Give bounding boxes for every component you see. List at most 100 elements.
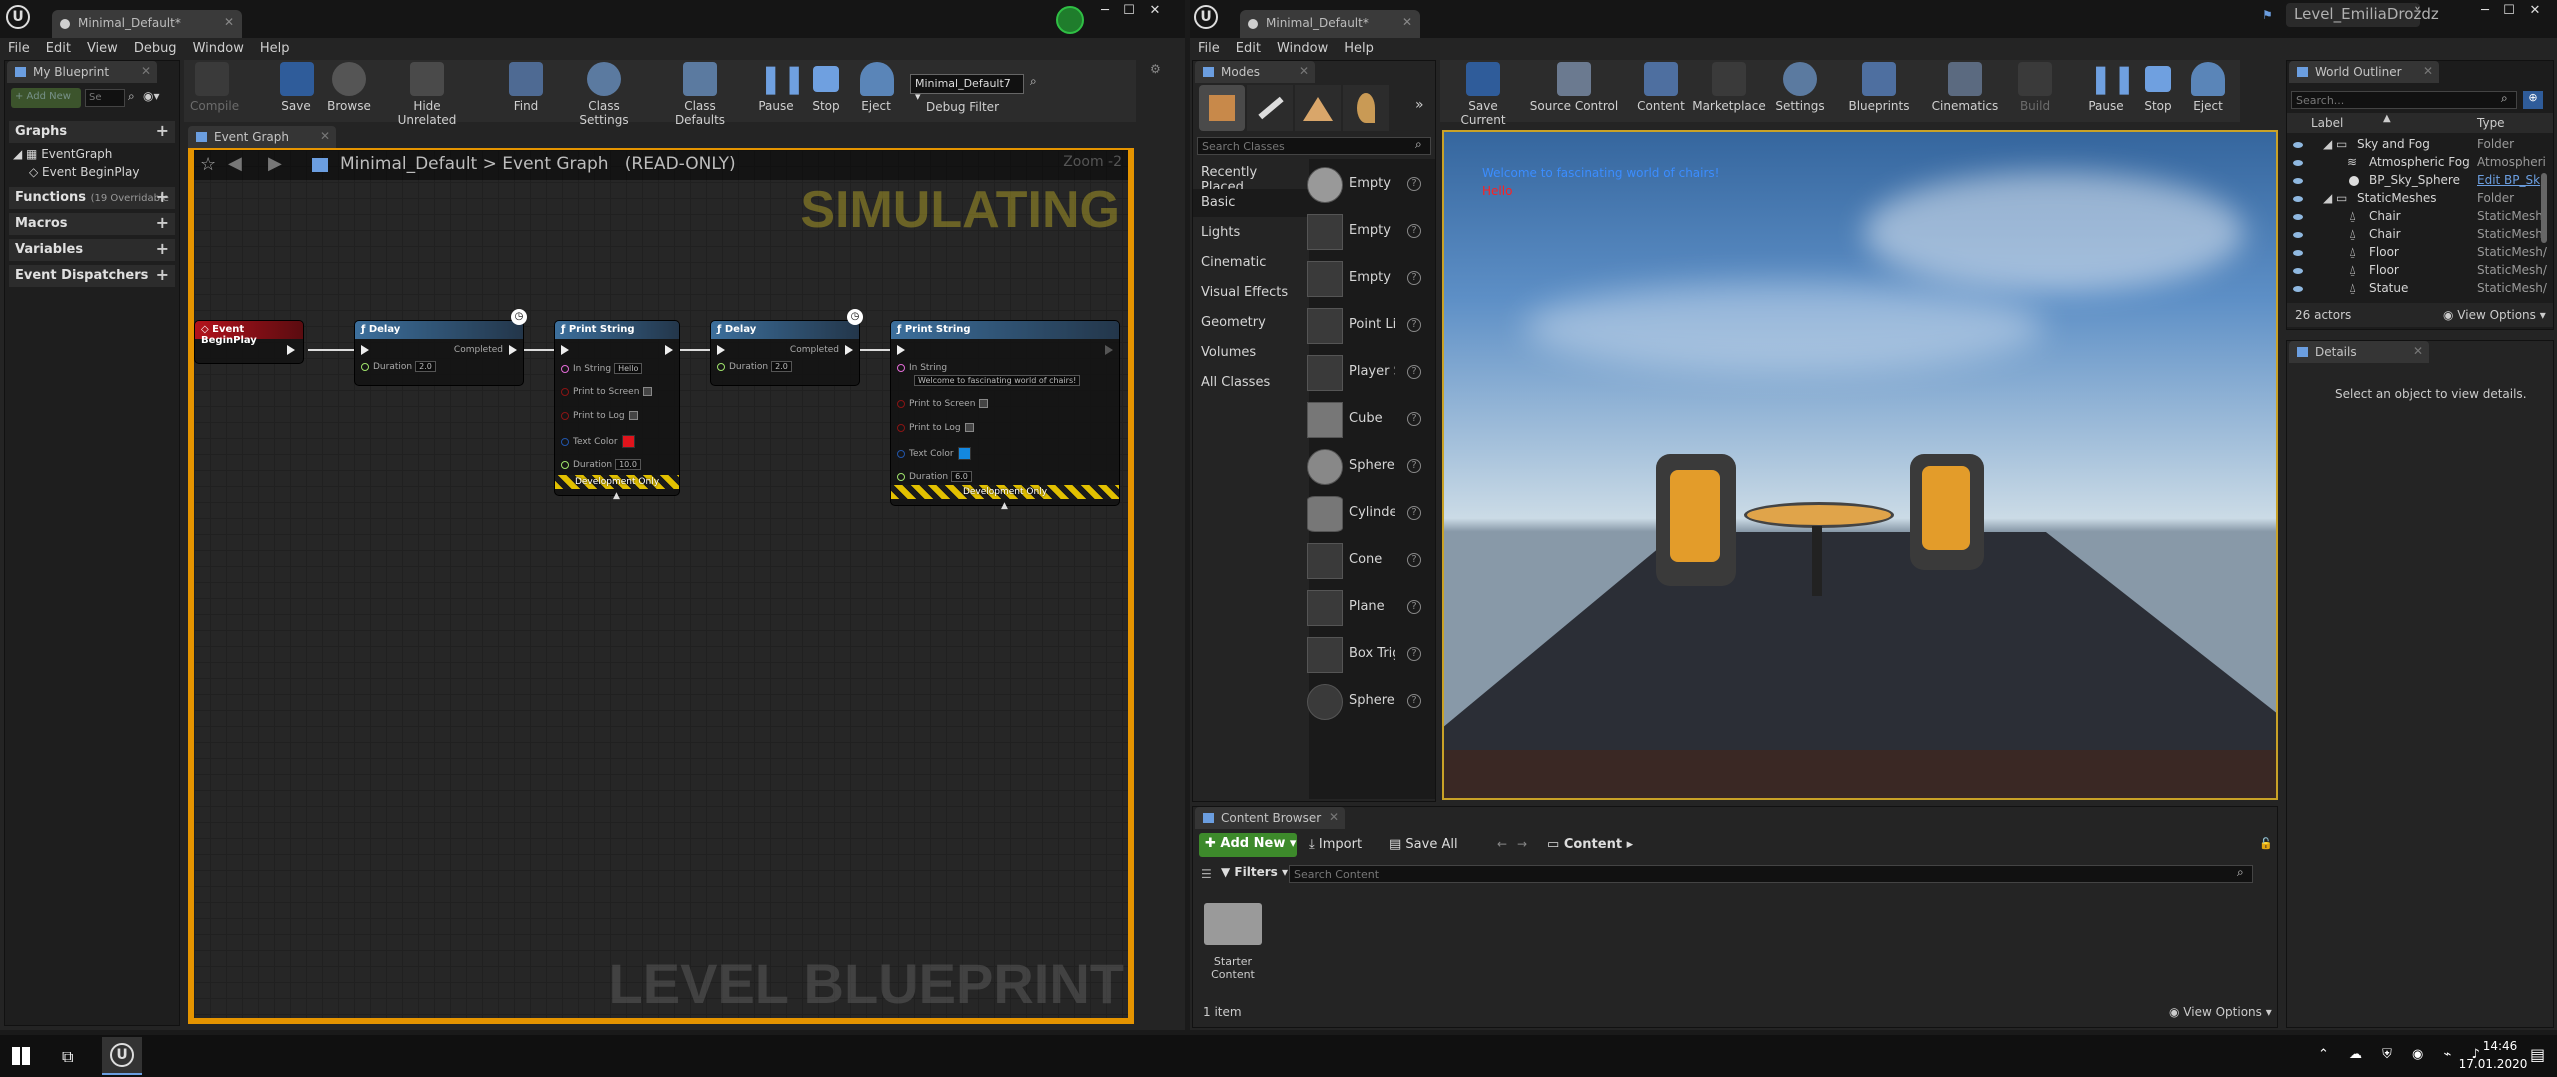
place-item-cylinder[interactable]: Cylinder? bbox=[1303, 492, 1423, 536]
debug-search-icon[interactable]: ⌕ bbox=[1030, 74, 1037, 89]
exec-in-pin[interactable] bbox=[897, 345, 905, 355]
add-new-button[interactable]: ✚ Add New ▾ bbox=[1199, 833, 1297, 857]
outliner-row-chair[interactable]: ⍙ Chair StaticMesh/ bbox=[2287, 209, 2553, 227]
help-icon[interactable]: ? bbox=[1407, 271, 1421, 285]
eye-icon[interactable] bbox=[2293, 232, 2303, 238]
duration-value[interactable]: 2.0 bbox=[771, 361, 792, 372]
stop-button[interactable]: Stop bbox=[2140, 62, 2176, 113]
text-color-pin[interactable]: Text Color bbox=[561, 435, 635, 448]
exec-out-pin[interactable] bbox=[665, 345, 673, 355]
completed-pin[interactable]: Completed bbox=[454, 345, 503, 355]
clock-date[interactable]: 17.01.2020 bbox=[2456, 1057, 2530, 1071]
print-to-screen-pin[interactable]: Print to Screen bbox=[561, 387, 653, 397]
duration-pin[interactable]: Duration 2.0 bbox=[717, 361, 792, 372]
mode-foliage-button[interactable] bbox=[1343, 85, 1389, 131]
duration-pin[interactable]: Duration 6.0 bbox=[897, 471, 972, 482]
outliner-scrollbar[interactable] bbox=[2541, 173, 2547, 243]
node-print-string-2[interactable]: ƒ Print String In String Welcome to fasc… bbox=[890, 320, 1120, 511]
column-label[interactable]: Label bbox=[2311, 116, 2343, 130]
add-dispatcher-icon[interactable]: + bbox=[156, 265, 169, 284]
eye-icon[interactable] bbox=[2293, 214, 2303, 220]
level-viewport[interactable]: Welcome to fascinating world of chairs! … bbox=[1442, 130, 2278, 800]
edit-blueprint-link[interactable]: Edit BP_Sk bbox=[2477, 173, 2540, 187]
back-arrow-icon[interactable]: ← bbox=[1497, 837, 1507, 851]
content-search-input[interactable]: Search Content bbox=[1289, 865, 2253, 883]
sources-toggle-icon[interactable]: ☰ bbox=[1201, 867, 1212, 881]
eye-icon[interactable] bbox=[2293, 160, 2303, 166]
node-delay-1[interactable]: ƒ Delay Completed Duration 2.0 ◷ bbox=[354, 309, 527, 386]
close-icon[interactable]: ✕ bbox=[224, 15, 234, 29]
exec-out-pin[interactable] bbox=[509, 345, 517, 355]
minimize-button[interactable]: ─ bbox=[1094, 2, 1116, 20]
favorite-star-icon[interactable]: ☆ bbox=[200, 154, 216, 175]
place-item-empty-pawn[interactable]: Empty P? bbox=[1303, 257, 1423, 301]
eye-icon[interactable] bbox=[2293, 142, 2303, 148]
notification-icon[interactable]: ▤ bbox=[2530, 1045, 2545, 1064]
marketplace-button[interactable]: Marketplace bbox=[1692, 62, 1766, 113]
help-icon[interactable]: ? bbox=[1407, 553, 1421, 567]
mode-place-button[interactable] bbox=[1199, 85, 1245, 131]
blueprints-button[interactable]: Blueprints bbox=[1844, 62, 1914, 113]
source-control-status-icon[interactable] bbox=[1056, 6, 1084, 34]
source-control-button[interactable]: Source Control bbox=[1528, 62, 1620, 113]
menu-help[interactable]: Help bbox=[252, 38, 298, 56]
import-button[interactable]: ⤓ Import bbox=[1309, 837, 1362, 852]
menu-view[interactable]: View bbox=[79, 38, 126, 56]
outliner-row-atmospheric-fog[interactable]: ≋ Atmospheric Fog Atmospheri bbox=[2287, 155, 2553, 173]
eject-button[interactable]: Eject bbox=[2188, 62, 2228, 113]
save-all-button[interactable]: ▤ Save All bbox=[1389, 837, 1458, 852]
exec-out-pin[interactable] bbox=[845, 345, 853, 355]
help-icon[interactable]: ? bbox=[1407, 506, 1421, 520]
path-breadcrumb[interactable]: ▭ Content ▸ bbox=[1547, 837, 1633, 852]
exec-out-pin[interactable] bbox=[1105, 345, 1113, 355]
place-item-box-trigger[interactable]: Box Trig? bbox=[1303, 633, 1423, 677]
in-string-value[interactable]: Hello bbox=[614, 363, 643, 374]
place-item-cone[interactable]: Cone? bbox=[1303, 539, 1423, 583]
maximize-button[interactable]: ☐ bbox=[1118, 2, 1140, 20]
close-window-button[interactable]: ✕ bbox=[1144, 2, 1166, 20]
print-to-log-pin[interactable]: Print to Log bbox=[561, 411, 638, 421]
unreal-taskbar-app[interactable]: U bbox=[102, 1037, 142, 1075]
mode-paint-button[interactable] bbox=[1247, 85, 1293, 131]
exec-in-pin[interactable] bbox=[561, 345, 569, 355]
exec-in-pin[interactable] bbox=[717, 345, 725, 355]
mode-landscape-button[interactable] bbox=[1295, 85, 1341, 131]
in-string-value[interactable]: Welcome to fascinating world of chairs! bbox=[914, 375, 1081, 386]
node-print-string-1[interactable]: ƒ Print String In String Hello Print to S… bbox=[554, 320, 680, 501]
find-button[interactable]: Find bbox=[508, 62, 544, 113]
event-graph-canvas[interactable]: ☆ ◀ ▶ Minimal_Default > Event Graph (REA… bbox=[188, 148, 1134, 1024]
close-window-button[interactable]: ✕ bbox=[2524, 2, 2546, 20]
category-cinematic[interactable]: Cinematic bbox=[1193, 249, 1309, 277]
menu-help[interactable]: Help bbox=[1336, 38, 1382, 56]
class-defaults-button[interactable]: Class Defaults bbox=[658, 62, 742, 127]
save-button[interactable]: Save bbox=[280, 62, 314, 113]
tab-event-graph[interactable]: Event Graph ✕ bbox=[188, 126, 336, 148]
functions-section-header[interactable]: Functions (19 Overridable + bbox=[9, 187, 175, 209]
close-icon[interactable]: ✕ bbox=[2423, 64, 2433, 78]
exec-in-pin[interactable] bbox=[361, 345, 369, 355]
add-macro-icon[interactable]: + bbox=[156, 213, 169, 232]
eye-icon[interactable] bbox=[2293, 178, 2303, 184]
help-icon[interactable]: ? bbox=[1407, 365, 1421, 379]
outliner-row-floor[interactable]: ⍙ Floor StaticMesh/ bbox=[2287, 245, 2553, 263]
eye-icon[interactable]: ◉▾ bbox=[143, 89, 160, 103]
text-color-pin[interactable]: Text Color bbox=[897, 447, 971, 460]
forward-arrow-icon[interactable]: ▶ bbox=[268, 153, 282, 174]
eye-icon[interactable] bbox=[2293, 286, 2303, 292]
close-icon[interactable]: ✕ bbox=[1329, 810, 1339, 824]
add-function-icon[interactable]: + bbox=[156, 187, 169, 206]
add-graph-icon[interactable]: + bbox=[156, 121, 169, 140]
column-type[interactable]: Type bbox=[2477, 116, 2505, 130]
pause-button[interactable]: ❚❚ Pause bbox=[2084, 62, 2136, 113]
settings-gear-icon[interactable]: ⚙ bbox=[1150, 62, 1161, 76]
tab-modes[interactable]: Modes ✕ bbox=[1195, 61, 1315, 83]
category-visual-effects[interactable]: Visual Effects bbox=[1193, 279, 1309, 307]
close-icon[interactable]: ✕ bbox=[2413, 344, 2423, 358]
document-tab[interactable]: Minimal_Default* ✕ bbox=[1240, 10, 1420, 38]
clock-time[interactable]: 14:46 bbox=[2470, 1039, 2530, 1053]
place-item-player-start[interactable]: Player S? bbox=[1303, 351, 1423, 395]
menu-window[interactable]: Window bbox=[185, 38, 252, 56]
print-to-log-checkbox[interactable] bbox=[964, 423, 974, 432]
lock-icon[interactable]: 🔓 bbox=[2259, 837, 2273, 850]
eject-button[interactable]: Eject bbox=[860, 62, 894, 113]
